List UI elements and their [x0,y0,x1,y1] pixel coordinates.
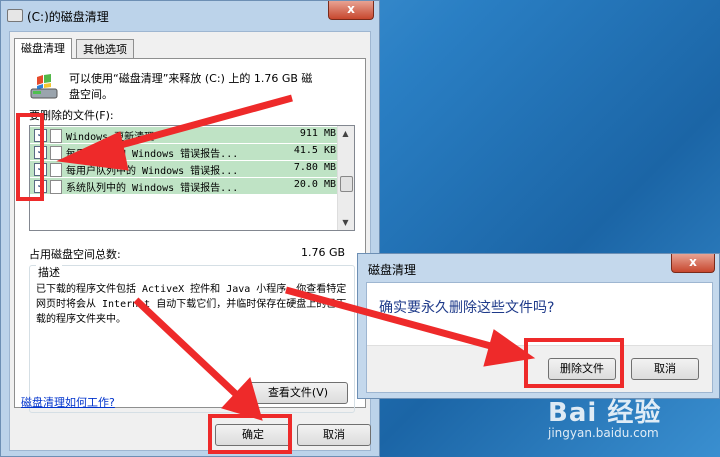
annotation-box-ok [208,414,292,454]
annotation-box-checkboxes [16,113,44,201]
dialog-title: 磁盘清理 [368,263,417,277]
file-name: 每用户队列中的 Windows 错误报... [66,166,239,177]
tab-disk-cleanup[interactable]: 磁盘清理 [14,38,72,59]
intro-text: 可以使用“磁盘清理”来释放 (C:) 上的 1.76 GB 磁 盘空间。 [69,71,365,103]
file-icon [50,146,62,160]
file-name: 每用户存档的 Windows 错误报告... [66,149,239,160]
annotation-box-delete [524,338,624,388]
view-files-button[interactable]: 查看文件(V) [248,382,348,404]
file-name: 系统队列中的 Windows 错误报告... [66,183,239,194]
files-list[interactable]: ✓ Windows 更新清理 911 MB ✓ 每用户存档的 Windows 错… [29,125,355,231]
file-icon [50,180,62,194]
disk-cleanup-icon [30,74,58,99]
tab-panel: 可以使用“磁盘清理”来释放 (C:) 上的 1.76 GB 磁 盘空间。 要删除… [14,58,366,413]
tab-more-options[interactable]: 其他选项 [76,39,134,58]
total-space-label: 占用磁盘空间总数: [29,248,121,261]
file-icon [50,163,62,177]
scroll-thumb[interactable] [340,176,353,192]
baidu-watermark: Bai 经验 jingyan.baidu.com [548,392,662,440]
file-size: 911 MB [299,128,336,139]
help-link[interactable]: 磁盘清理如何工作? [21,394,115,410]
scroll-up-icon[interactable]: ▲ [341,129,350,138]
description-group: 描述 已下载的程序文件包括 ActiveX 控件和 Java 小程序，你查看特定… [29,264,355,413]
scroll-down-icon[interactable]: ▼ [341,218,350,227]
drive-icon [7,9,23,22]
intro-line-1: 可以使用“磁盘清理”来释放 (C:) 上的 1.76 GB 磁 [69,72,313,85]
watermark-logo: Bai 经验 [548,398,662,428]
watermark-url: jingyan.baidu.com [548,426,659,440]
confirm-question: 确实要永久删除这些文件吗? [379,300,555,316]
window-client-area: 磁盘清理 其他选项 可以使用“磁盘清理”来释放 (C:) 上的 1.76 GB … [9,31,371,451]
file-icon [50,129,62,143]
title-bar: (C:)的磁盘清理 x [1,1,379,31]
file-size: 7.80 MB [293,162,336,173]
total-space-value: 1.76 GB [301,246,346,259]
close-button[interactable]: x [328,1,374,20]
file-name: Windows 更新清理 [66,132,155,143]
intro-line-2: 盘空间。 [69,88,113,101]
list-item[interactable]: ✓ 每用户队列中的 Windows 错误报... 7.80 MB [30,161,340,177]
file-size: 41.5 KB [293,145,336,156]
vertical-scrollbar[interactable]: ▲ ▼ [337,126,354,230]
dialog-close-button[interactable]: x [671,254,715,273]
file-size: 20.0 MB [293,179,336,190]
list-item[interactable]: ✓ Windows 更新清理 911 MB [30,127,340,143]
dialog-cancel-button[interactable]: 取消 [631,358,699,380]
disk-cleanup-window: (C:)的磁盘清理 x 磁盘清理 其他选项 可以使用“磁盘清理”来释放 (C:)… [0,0,380,457]
list-item[interactable]: ✓ 每用户存档的 Windows 错误报告... 41.5 KB [30,144,340,160]
list-item[interactable]: ✓ 系统队列中的 Windows 错误报告... 20.0 MB [30,178,340,194]
description-text: 已下载的程序文件包括 ActiveX 控件和 Java 小程序，你查看特定网页时… [36,284,347,325]
description-title: 描述 [36,264,62,280]
cancel-button[interactable]: 取消 [297,424,371,446]
window-title: (C:)的磁盘清理 [27,10,109,24]
